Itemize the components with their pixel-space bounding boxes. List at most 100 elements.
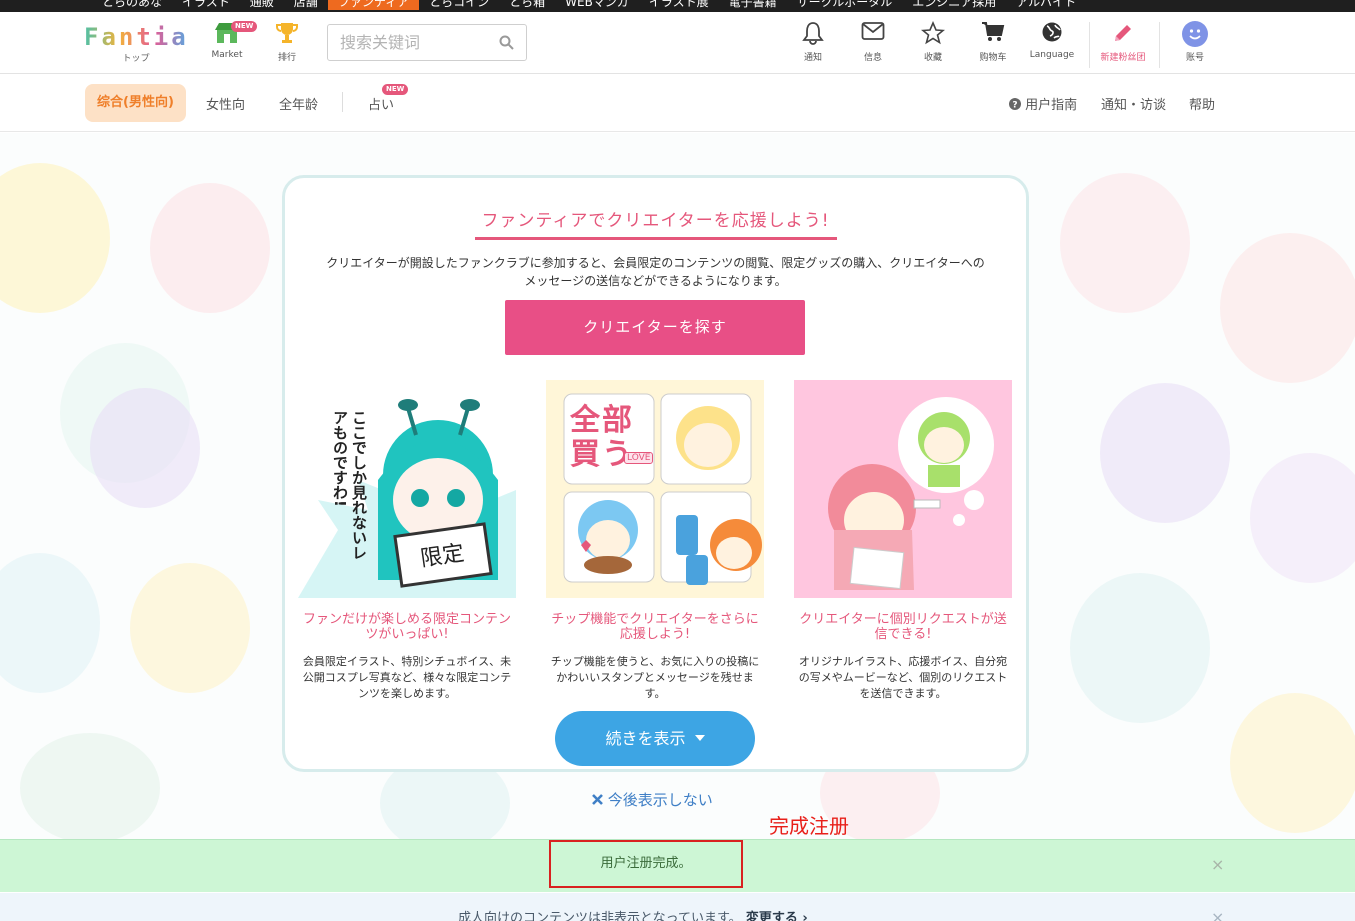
avatar-icon — [1169, 21, 1221, 47]
service-link[interactable]: WEBマンガ — [555, 0, 639, 10]
service-link[interactable]: ファンティア — [327, 0, 420, 10]
close-adult-notice-icon[interactable]: × — [1211, 908, 1224, 921]
feature-description: チップ機能を使うと、お気に入りの投稿にかわいいスタンプとメッセージを残せます。 — [550, 655, 760, 700]
close-notification-icon[interactable]: × — [1211, 855, 1224, 874]
pattern-blob — [1250, 453, 1355, 583]
logo-mark: Fantia — [84, 23, 189, 51]
account-label: 账号 — [1185, 53, 1204, 63]
ranking-label: 排行 — [277, 53, 296, 63]
market-button[interactable]: Market NEW — [201, 21, 258, 67]
caret-down-icon — [694, 735, 705, 741]
service-link[interactable]: とらコイン — [419, 0, 499, 10]
dont-show-again-link[interactable]: 今後表示しない — [592, 789, 713, 810]
category-bar: 综合(男性向) 女性向 全年龄 占い NEW ? 用户指南 通知・访谈 帮助 — [0, 74, 1355, 132]
show-more-label: 続きを表示 — [605, 729, 686, 748]
pattern-blob — [90, 388, 200, 508]
category-separator — [342, 92, 343, 112]
user-guide-link[interactable]: ? 用户指南 — [1009, 94, 1077, 113]
language-button[interactable]: Language — [1026, 21, 1078, 67]
bell-icon — [787, 21, 839, 47]
pattern-blob — [1100, 383, 1230, 523]
category-fortune[interactable]: 占い — [368, 94, 394, 113]
feature-request: クリエイターに個別リクエストが送信できる! オリジナルイラスト、応援ボイス、自分… — [794, 380, 1012, 702]
pattern-blob — [150, 183, 270, 313]
card-title: ファンティアでクリエイターを応援しよう! — [481, 211, 830, 231]
card-description: クリエイターが開設したファンクラブに参加すると、会員限定のコンテンツの閲覧、限定… — [326, 256, 985, 288]
pencil-icon — [1097, 21, 1149, 47]
account-button[interactable]: 账号 — [1169, 21, 1221, 67]
ranking-button[interactable]: 排行 — [261, 21, 313, 67]
close-x-icon — [592, 794, 603, 805]
star-icon — [907, 20, 959, 47]
notify-label: 通知 — [803, 53, 822, 63]
request-illustration — [794, 380, 1012, 598]
header-divider — [1089, 22, 1090, 68]
help-link[interactable]: 帮助 — [1189, 94, 1215, 113]
trophy-icon — [261, 21, 313, 47]
cart-button[interactable]: 购物车 — [967, 21, 1019, 67]
market-label: Market — [211, 50, 243, 60]
feature-tip: 全部買う LOVE チップ機能でクリエイターをさらに応援しよう! チップ機能を使… — [546, 380, 764, 702]
exclusive-bubble-text: ここでしか見れないレアものですわ! — [331, 410, 368, 560]
question-circle-icon: ? — [1009, 98, 1021, 111]
create-fanclub-button[interactable]: 新建粉丝团 — [1097, 21, 1149, 67]
category-female[interactable]: 女性向 — [206, 94, 245, 113]
feature-description: オリジナルイラスト、応援ボイス、自分宛の写メやムービーなど、個別のリクエストを送… — [798, 655, 1008, 700]
create-fanclub-label: 新建粉丝团 — [1100, 53, 1146, 63]
feature-image-exclusive: ここでしか見れないレアものですわ! 限定 — [298, 380, 516, 598]
feature-image-tip: 全部買う LOVE — [546, 380, 764, 598]
globe-icon — [1026, 21, 1078, 47]
fortune-new-badge: NEW — [382, 84, 409, 95]
welcome-card: ファンティアでクリエイターを応援しよう! クリエイターが開設したファンクラブに参… — [282, 175, 1029, 772]
annotation-label: 完成注册 — [769, 814, 849, 838]
notify-visit-link[interactable]: 通知・访谈 — [1101, 94, 1166, 113]
feature-image-request — [794, 380, 1012, 598]
cart-label: 购物车 — [979, 53, 1007, 63]
header: Fantia トップ Market NEW 排行 通知 信息 — [0, 12, 1355, 74]
favorite-label: 收藏 — [923, 53, 942, 63]
message-button[interactable]: 信息 — [847, 21, 899, 67]
search-box — [327, 24, 527, 61]
exclusive-sign-text: 限定 — [418, 541, 466, 572]
adult-content-notice: 成人向けのコンテンツは非表示となっています。 変更する › × — [0, 893, 1355, 921]
favorite-button[interactable]: 收藏 — [907, 20, 959, 67]
service-link[interactable]: 店舗 — [284, 0, 328, 10]
adult-content-message: 成人向けのコンテンツは非表示となっています。 変更する › — [458, 907, 808, 921]
notify-button[interactable]: 通知 — [787, 21, 839, 67]
service-link[interactable]: アルバイト — [1006, 0, 1086, 10]
service-link[interactable]: イラスト — [172, 0, 240, 10]
feature-title: ファンだけが楽しめる限定コンテンツがいっぱい! — [302, 612, 511, 642]
service-link[interactable]: サークルポータル — [787, 0, 903, 10]
success-notification: 用户注册完成。 × — [0, 839, 1355, 892]
language-label: Language — [1029, 50, 1075, 60]
find-creator-button[interactable]: クリエイターを探す — [505, 300, 805, 355]
card-title-underline — [475, 237, 837, 240]
service-link[interactable]: とら箱 — [499, 0, 555, 10]
service-links: とらのあな イラスト 通販 店舗 ファンティア とらコイン とら箱 WEBマンガ イラスト展 電子… — [92, 0, 1086, 10]
category-all-ages[interactable]: 全年龄 — [279, 94, 318, 113]
change-setting-link[interactable]: 変更する › — [746, 911, 808, 921]
pattern-blob — [1220, 233, 1355, 383]
feature-title: チップ機能でクリエイターをさらに応援しよう! — [551, 612, 759, 642]
header-divider — [1159, 22, 1160, 68]
search-input[interactable] — [328, 25, 488, 60]
feature-exclusive-content: ここでしか見れないレアものですわ! 限定 ファンだけが楽しめる限定コンテンツがい… — [298, 380, 516, 702]
dont-show-again-label: 今後表示しない — [607, 791, 713, 809]
service-link[interactable]: 通販 — [240, 0, 284, 10]
service-link[interactable]: エンジニア採用 — [902, 0, 1006, 10]
service-link[interactable]: イラスト展 — [639, 0, 719, 10]
svg-text:?: ? — [1012, 101, 1017, 111]
service-links-bar: とらのあな イラスト 通販 店舗 ファンティア とらコイン とら箱 WEBマンガ イラスト展 電子… — [0, 0, 1355, 12]
feature-title: クリエイターに個別リクエストが送信できる! — [799, 612, 1007, 642]
pattern-blob — [130, 563, 250, 693]
service-link[interactable]: 電子書籍 — [719, 0, 787, 10]
show-more-button[interactable]: 続きを表示 — [555, 711, 755, 766]
fantia-logo[interactable]: Fantia トップ — [84, 24, 188, 64]
service-link[interactable]: とらのあな — [92, 0, 172, 10]
category-general-male[interactable]: 综合(男性向) — [85, 84, 186, 122]
user-guide-label: 用户指南 — [1025, 98, 1078, 113]
market-new-badge: NEW — [231, 21, 258, 32]
search-icon[interactable] — [499, 35, 514, 54]
logo-sub-label: トップ — [122, 54, 150, 64]
tip-love-text: LOVE — [624, 452, 654, 464]
